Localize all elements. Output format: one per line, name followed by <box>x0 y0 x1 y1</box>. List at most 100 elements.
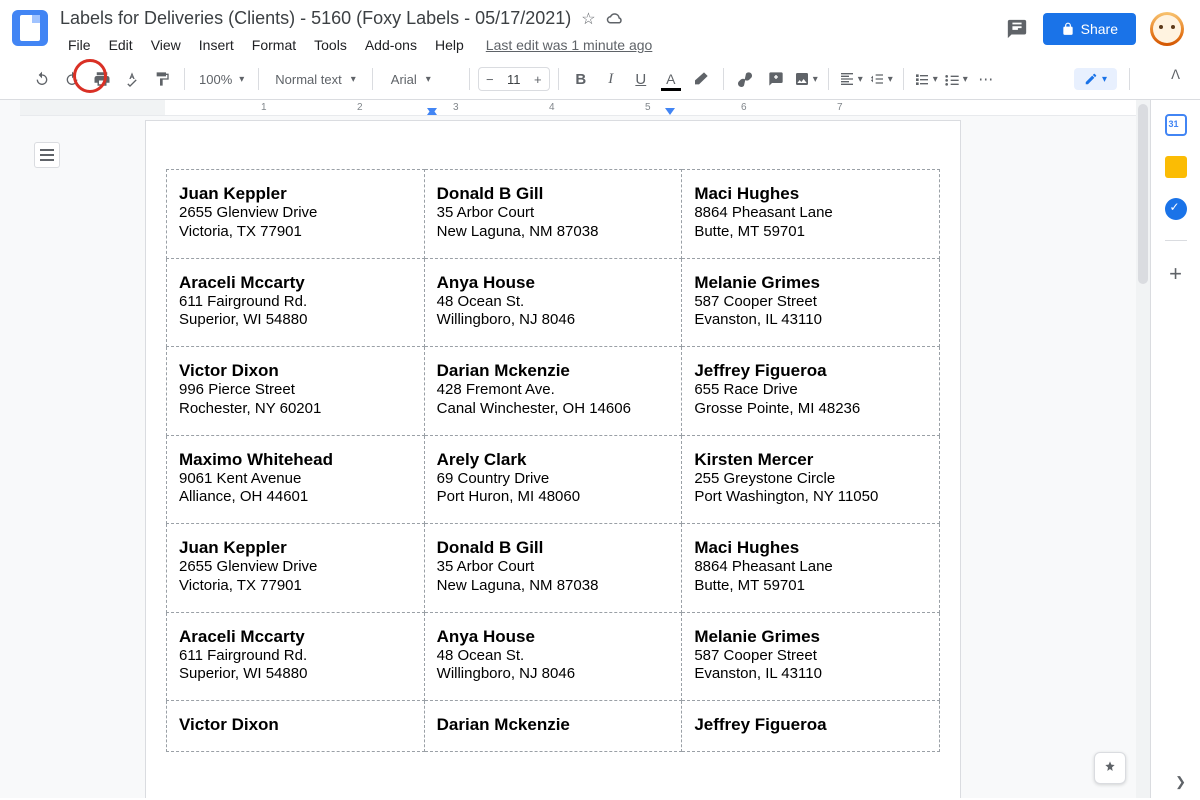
label-cell[interactable]: Melanie Grimes587 Cooper StreetEvanston,… <box>682 258 940 347</box>
document-canvas[interactable]: 1 2 3 4 5 6 7 Juan Keppler2655 Glenview … <box>0 100 1150 798</box>
docs-logo-icon[interactable] <box>12 10 48 46</box>
label-address-line: 35 Arbor Court <box>437 204 670 223</box>
label-cell[interactable]: Darian Mckenzie428 Fremont Ave.Canal Win… <box>424 347 682 436</box>
ruler-tick: 2 <box>357 102 363 113</box>
bulleted-list-button[interactable] <box>942 65 970 93</box>
label-address-line: 587 Cooper Street <box>694 647 927 666</box>
hide-menus-button[interactable]: ᐱ <box>1171 67 1180 83</box>
ruler-tick: 4 <box>549 102 555 113</box>
label-cell[interactable]: Arely Clark69 Country DrivePort Huron, M… <box>424 435 682 524</box>
scrollbar-thumb[interactable] <box>1138 104 1148 284</box>
keep-addon-icon[interactable] <box>1165 156 1187 178</box>
label-name: Victor Dixon <box>179 715 412 735</box>
hide-side-panel-button[interactable]: ❯ <box>1175 774 1186 790</box>
font-size-input[interactable] <box>501 72 527 87</box>
paragraph-style-dropdown[interactable]: Normal text <box>267 72 364 87</box>
label-address-line: Port Washington, NY 11050 <box>694 488 927 507</box>
star-icon[interactable]: ☆ <box>581 9 595 29</box>
label-address-line: 8864 Pheasant Lane <box>694 204 927 223</box>
labels-table[interactable]: Juan Keppler2655 Glenview DriveVictoria,… <box>166 169 940 752</box>
calendar-addon-icon[interactable] <box>1165 114 1187 136</box>
line-spacing-button[interactable] <box>867 65 895 93</box>
label-cell[interactable]: Araceli Mccarty611 Fairground Rd.Superio… <box>167 612 425 701</box>
insert-image-button[interactable] <box>792 65 820 93</box>
label-name: Maci Hughes <box>694 538 927 558</box>
label-cell[interactable]: Donald B Gill35 Arbor CourtNew Laguna, N… <box>424 524 682 613</box>
side-panel-separator <box>1165 240 1187 241</box>
label-cell[interactable]: Anya House48 Ocean St.Willingboro, NJ 80… <box>424 258 682 347</box>
label-cell[interactable]: Victor Dixon <box>167 701 425 752</box>
add-comment-button[interactable] <box>762 65 790 93</box>
horizontal-ruler[interactable]: 1 2 3 4 5 6 7 <box>20 100 1140 116</box>
menu-file[interactable]: File <box>60 33 99 57</box>
get-addons-button[interactable]: + <box>1169 261 1182 287</box>
right-indent-marker-icon[interactable] <box>665 108 675 115</box>
font-size-increase[interactable]: + <box>527 68 549 90</box>
menu-format[interactable]: Format <box>244 33 304 57</box>
spellcheck-button[interactable] <box>118 65 146 93</box>
document-title[interactable]: Labels for Deliveries (Clients) - 5160 (… <box>60 8 571 29</box>
label-cell[interactable]: Victor Dixon996 Pierce StreetRochester, … <box>167 347 425 436</box>
label-cell[interactable]: Araceli Mccarty611 Fairground Rd.Superio… <box>167 258 425 347</box>
label-name: Jeffrey Figueroa <box>694 715 927 735</box>
indent-marker-icon[interactable] <box>427 108 437 115</box>
label-cell[interactable]: Jeffrey Figueroa655 Race DriveGrosse Poi… <box>682 347 940 436</box>
share-button-label: Share <box>1081 21 1118 37</box>
print-button[interactable] <box>88 65 116 93</box>
label-address-line: 428 Fremont Ave. <box>437 381 670 400</box>
label-cell[interactable]: Kirsten Mercer255 Greystone CirclePort W… <box>682 435 940 524</box>
label-cell[interactable]: Darian Mckenzie <box>424 701 682 752</box>
label-address-line: Willingboro, NJ 8046 <box>437 311 670 330</box>
menu-tools[interactable]: Tools <box>306 33 355 57</box>
bold-button[interactable]: B <box>567 65 595 93</box>
insert-link-button[interactable] <box>732 65 760 93</box>
underline-button[interactable]: U <box>627 65 655 93</box>
align-button[interactable] <box>837 65 865 93</box>
menu-help[interactable]: Help <box>427 33 472 57</box>
vertical-ruler[interactable] <box>4 120 18 798</box>
label-address-line: Victoria, TX 77901 <box>179 577 412 596</box>
font-family-dropdown[interactable]: Arial <box>381 72 461 87</box>
ruler-tick: 7 <box>837 102 843 113</box>
more-button[interactable]: ⋯ <box>972 65 1000 93</box>
label-cell[interactable]: Anya House48 Ocean St.Willingboro, NJ 80… <box>424 612 682 701</box>
italic-button[interactable]: I <box>597 65 625 93</box>
menu-addons[interactable]: Add-ons <box>357 33 425 57</box>
share-button[interactable]: Share <box>1043 13 1136 45</box>
comments-icon[interactable] <box>1005 17 1029 41</box>
menu-insert[interactable]: Insert <box>191 33 242 57</box>
label-address-line: 8864 Pheasant Lane <box>694 558 927 577</box>
vertical-scrollbar[interactable] <box>1136 100 1150 798</box>
label-cell[interactable]: Juan Keppler2655 Glenview DriveVictoria,… <box>167 170 425 259</box>
label-cell[interactable]: Maci Hughes8864 Pheasant LaneButte, MT 5… <box>682 170 940 259</box>
zoom-dropdown[interactable]: 100% <box>193 72 250 87</box>
account-avatar[interactable] <box>1150 12 1184 46</box>
menu-edit[interactable]: Edit <box>101 33 141 57</box>
label-cell[interactable]: Melanie Grimes587 Cooper StreetEvanston,… <box>682 612 940 701</box>
label-address-line: 255 Greystone Circle <box>694 470 927 489</box>
font-size-decrease[interactable]: − <box>479 68 501 90</box>
pencil-icon <box>1084 72 1098 86</box>
label-address-line: 611 Fairground Rd. <box>179 647 412 666</box>
label-cell[interactable]: Donald B Gill35 Arbor CourtNew Laguna, N… <box>424 170 682 259</box>
menu-view[interactable]: View <box>143 33 189 57</box>
editing-mode-dropdown[interactable]: ▾ <box>1074 68 1117 90</box>
cloud-status-icon[interactable] <box>606 12 624 26</box>
explore-button[interactable] <box>1094 752 1126 784</box>
last-edit-link[interactable]: Last edit was 1 minute ago <box>486 37 653 53</box>
tasks-addon-icon[interactable] <box>1165 198 1187 220</box>
label-cell[interactable]: Maximo Whitehead9061 Kent AvenueAlliance… <box>167 435 425 524</box>
show-outline-button[interactable] <box>34 142 60 168</box>
label-cell[interactable]: Maci Hughes8864 Pheasant LaneButte, MT 5… <box>682 524 940 613</box>
lock-icon <box>1061 22 1075 36</box>
label-cell[interactable]: Juan Keppler2655 Glenview DriveVictoria,… <box>167 524 425 613</box>
text-color-button[interactable]: A <box>657 65 685 93</box>
highlight-color-button[interactable] <box>687 65 715 93</box>
undo-button[interactable] <box>28 65 56 93</box>
checklist-button[interactable] <box>912 65 940 93</box>
label-cell[interactable]: Jeffrey Figueroa <box>682 701 940 752</box>
label-name: Donald B Gill <box>437 538 670 558</box>
redo-button[interactable] <box>58 65 86 93</box>
paint-format-button[interactable] <box>148 65 176 93</box>
document-page[interactable]: Juan Keppler2655 Glenview DriveVictoria,… <box>145 120 961 798</box>
